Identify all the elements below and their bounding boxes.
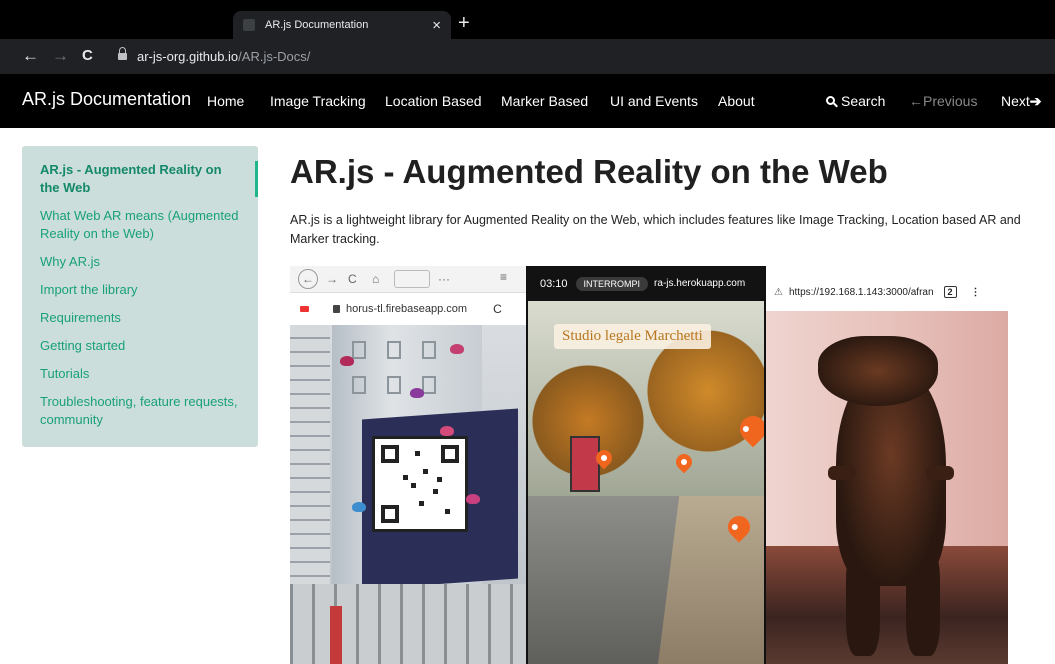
demo-time: 03:10 xyxy=(540,277,568,290)
nav-link-location-based[interactable]: Location Based xyxy=(385,93,482,109)
demo-panel-marker-based: ⚠ https://192.168.1.143:3000/afran 2 ⋮ xyxy=(766,266,1008,664)
ar-demo-image: ← → C ⌂ ··· ≡ horus-tl.firebaseapp.com C… xyxy=(290,266,1008,664)
search-icon xyxy=(826,96,838,108)
arrow-left-icon: ← xyxy=(909,93,923,109)
arrow-right-icon: ➔ xyxy=(1029,93,1042,109)
browser-tab[interactable]: AR.js Documentation × xyxy=(233,11,451,39)
demo-url-1: horus-tl.firebaseapp.com xyxy=(346,303,468,315)
previous-button[interactable]: ←Previous xyxy=(909,93,977,109)
tab-count-icon: 2 xyxy=(943,286,957,298)
favicon-icon xyxy=(243,19,255,31)
toc-sidebar: AR.js - Augmented Reality on the Web Wha… xyxy=(22,146,258,447)
nav-link-ui-and-events[interactable]: UI and Events xyxy=(610,93,698,109)
toc-item-what-web-ar-means[interactable]: What Web AR means (Augmented Reality on … xyxy=(22,207,258,243)
qr-marker xyxy=(372,436,468,532)
tab-title: AR.js Documentation xyxy=(265,19,369,31)
page-title: AR.js - Augmented Reality on the Web xyxy=(290,153,888,190)
previous-label: Previous xyxy=(923,93,978,109)
lock-icon[interactable] xyxy=(118,47,127,61)
record-icon xyxy=(300,306,309,312)
reload-button[interactable]: C xyxy=(82,45,93,67)
menu-icon: ⋮ xyxy=(970,287,981,298)
nav-link-home[interactable]: Home xyxy=(207,93,244,109)
nav-link-image-tracking[interactable]: Image Tracking xyxy=(270,93,366,109)
browser-tabstrip: AR.js Documentation × + xyxy=(0,0,1055,39)
back-button[interactable]: ← xyxy=(22,45,39,67)
toc-item-troubleshooting[interactable]: Troubleshooting, feature requests, commu… xyxy=(22,393,258,429)
next-button[interactable]: Next➔ xyxy=(1001,93,1042,110)
demo-browser-toolbar: ← → C ⌂ ··· ≡ xyxy=(290,266,526,293)
demo-url-3: https://192.168.1.143:3000/afran xyxy=(788,287,934,298)
nav-link-about[interactable]: About xyxy=(718,93,755,109)
toc-item-requirements[interactable]: Requirements xyxy=(22,309,258,327)
demo-phone-statusbar: 03:10 INTERROMPI ra-js.herokuapp.com xyxy=(528,266,764,301)
site-brand[interactable]: AR.js Documentation xyxy=(22,89,191,110)
intro-paragraph: AR.js is a lightweight library for Augme… xyxy=(290,213,1021,246)
toc-item-tutorials[interactable]: Tutorials xyxy=(22,365,258,383)
browser-toolbar: ← → C ar-js-org.github.io/AR.js-Docs/ xyxy=(0,39,1055,73)
tab-close-icon[interactable]: × xyxy=(432,18,441,33)
search-label: Search xyxy=(841,93,886,109)
lock-icon xyxy=(333,305,340,313)
toc-item-import-library[interactable]: Import the library xyxy=(22,281,258,299)
toc-item-getting-started[interactable]: Getting started xyxy=(22,337,258,355)
address-bar[interactable]: ar-js-org.github.io/AR.js-Docs/ xyxy=(106,44,1036,68)
new-tab-button[interactable]: + xyxy=(458,13,470,33)
reload-icon: C xyxy=(493,302,502,316)
url-path: /AR.js-Docs/ xyxy=(238,48,311,64)
demo-url-2: ra-js.herokuapp.com xyxy=(654,278,746,289)
demo-panel-location-based: Studio legale Marchetti 03:10 INTERROMPI… xyxy=(528,266,764,664)
demo-panel-image-tracking: ← → C ⌂ ··· ≡ horus-tl.firebaseapp.com C xyxy=(290,266,526,664)
warning-icon: ⚠ xyxy=(774,287,783,298)
site-navbar: AR.js Documentation Home Image Tracking … xyxy=(0,73,1055,128)
ar-location-label: Studio legale Marchetti xyxy=(554,324,711,349)
search-button[interactable]: Search xyxy=(826,93,885,109)
nav-link-marker-based[interactable]: Marker Based xyxy=(501,93,588,109)
demo-url-bar-3: ⚠ https://192.168.1.143:3000/afran 2 ⋮ xyxy=(766,266,1008,311)
toc-item-why-ar-js[interactable]: Why AR.js xyxy=(22,253,258,271)
url-host: ar-js-org.github.io xyxy=(137,48,239,64)
demo-pill: INTERROMPI xyxy=(575,276,649,291)
toc-item-ar-js[interactable]: AR.js - Augmented Reality on the Web xyxy=(22,161,258,197)
next-label: Next xyxy=(1001,93,1030,109)
demo-url-bar: horus-tl.firebaseapp.com C xyxy=(290,293,526,325)
forward-button[interactable]: → xyxy=(52,45,69,67)
